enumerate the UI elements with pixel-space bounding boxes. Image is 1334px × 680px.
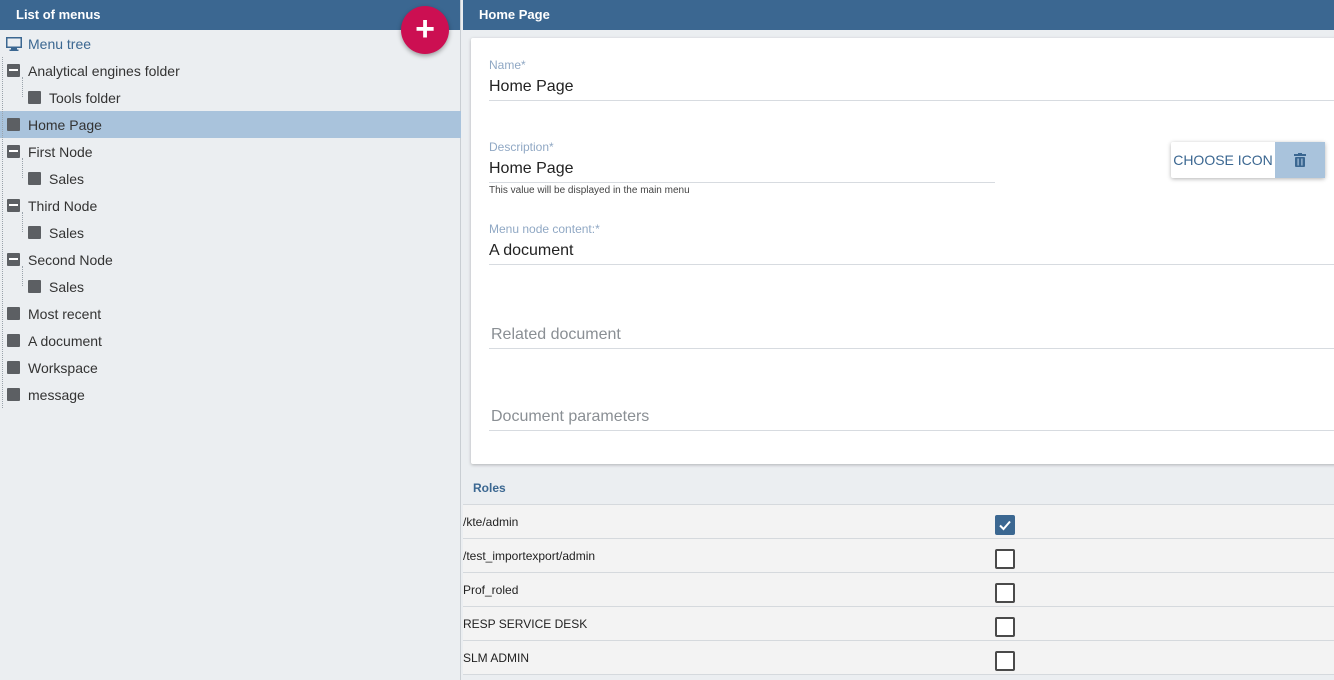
leaf-icon	[28, 226, 41, 239]
roles-title: Roles	[473, 481, 506, 495]
role-name: SLM ADMIN	[463, 650, 530, 665]
role-checkbox[interactable]	[995, 617, 1015, 637]
menu-list-panel: List of menus Menu tree Analytical engine…	[0, 0, 461, 680]
tree-item[interactable]: Home Page	[0, 111, 461, 138]
related-document-input[interactable]: Related document	[489, 326, 1334, 349]
menu-list-header: List of menus	[0, 0, 460, 30]
checkmark-icon	[999, 520, 1011, 531]
role-checkbox[interactable]	[995, 515, 1015, 535]
leaf-icon	[7, 118, 20, 131]
tree-item-label: First Node	[28, 143, 93, 160]
menu-node-content-field[interactable]: Menu node content:* A document	[489, 222, 1334, 265]
document-parameters-input[interactable]: Document parameters	[489, 408, 1334, 431]
description-field[interactable]: Description* Home Page This value will b…	[489, 140, 995, 196]
role-checkbox[interactable]	[995, 549, 1015, 569]
trash-icon	[1294, 153, 1306, 167]
leaf-icon	[28, 91, 41, 104]
name-label: Name	[489, 58, 522, 72]
leaf-icon	[28, 172, 41, 185]
tree-guide-line	[2, 57, 3, 408]
leaf-icon	[28, 280, 41, 293]
leaf-icon	[7, 361, 20, 374]
tree-item-label: A document	[28, 332, 102, 349]
description-hint: This value will be displayed in the main…	[489, 185, 690, 196]
monitor-icon	[6, 36, 22, 51]
tree-item[interactable]: Sales	[0, 219, 461, 246]
role-row: Prof_roled	[463, 573, 1334, 607]
role-row: /kte/admin	[463, 505, 1334, 539]
description-label: Description	[489, 140, 550, 154]
tree-item-label: Sales	[49, 170, 85, 187]
name-field[interactable]: Name* Home Page	[489, 58, 1334, 101]
tree-guide-line	[22, 158, 23, 178]
choose-icon-group: CHOOSE ICON	[1171, 142, 1325, 178]
detail-form-card: Name* Home Page Description* Home Page T…	[471, 38, 1334, 464]
tree-guide-line	[22, 212, 23, 232]
leaf-icon	[7, 307, 20, 320]
name-input[interactable]: Home Page	[489, 78, 1334, 101]
tree-item[interactable]: Tools folder	[0, 84, 461, 111]
menu-node-content-select[interactable]: A document	[489, 242, 1334, 265]
role-row: RESP SERVICE DESK	[463, 607, 1334, 641]
content-label: Menu node content:	[489, 222, 596, 236]
role-name: /test_importexport/admin	[463, 548, 596, 563]
related-document-field[interactable]: Related document	[489, 326, 1334, 349]
tree-item-label: Sales	[49, 278, 85, 295]
collapse-icon[interactable]	[7, 199, 20, 212]
role-row: /test_importexport/admin	[463, 539, 1334, 573]
choose-icon-button[interactable]: CHOOSE ICON	[1171, 142, 1275, 178]
tree-item-label: Third Node	[28, 197, 98, 214]
role-name: RESP SERVICE DESK	[463, 616, 588, 631]
role-checkbox[interactable]	[995, 583, 1015, 603]
tree-item[interactable]: Most recent	[0, 300, 461, 327]
role-checkbox[interactable]	[995, 651, 1015, 671]
collapse-icon[interactable]	[7, 253, 20, 266]
tree-item-label: message	[28, 386, 85, 403]
tree-item-label: Menu tree	[28, 35, 92, 52]
detail-header: Home Page	[463, 0, 1334, 30]
collapse-icon[interactable]	[7, 64, 20, 77]
tree-item[interactable]: Third Node	[0, 192, 461, 219]
tree-item[interactable]: Workspace	[0, 354, 461, 381]
menu-detail-panel: Home Page Name* Home Page Description* H…	[463, 0, 1334, 680]
tree-item-label: Second Node	[28, 251, 113, 268]
tree-item[interactable]: Sales	[0, 165, 461, 192]
role-row: SLM ADMIN	[463, 641, 1334, 675]
leaf-icon	[7, 334, 20, 347]
tree-item[interactable]: Analytical engines folder	[0, 57, 461, 84]
tree-guide-line	[22, 266, 23, 286]
tree-item[interactable]: First Node	[0, 138, 461, 165]
tree-item[interactable]: Sales	[0, 273, 461, 300]
tree-item-label: Most recent	[28, 305, 102, 322]
add-menu-button[interactable]: +	[401, 6, 449, 54]
tree-item-label: Home Page	[28, 116, 102, 133]
tree-item-label: Tools folder	[49, 89, 121, 106]
tree-item-label: Analytical engines folder	[28, 62, 180, 79]
delete-icon-button[interactable]	[1275, 142, 1325, 178]
required-marker: *	[595, 222, 600, 236]
leaf-icon	[7, 388, 20, 401]
description-input[interactable]: Home Page	[489, 160, 995, 183]
tree-item-label: Workspace	[28, 359, 98, 376]
tree-item[interactable]: message	[0, 381, 461, 408]
tree-item[interactable]: Menu tree	[0, 30, 461, 57]
tree-item[interactable]: A document	[0, 327, 461, 354]
document-parameters-field[interactable]: Document parameters	[489, 408, 1334, 431]
tree-guide-line	[22, 77, 23, 97]
required-marker: *	[521, 58, 526, 72]
role-name: Prof_roled	[463, 582, 519, 597]
roles-list: /kte/admin/test_importexport/admin Prof_r…	[463, 504, 1334, 675]
required-marker: *	[549, 140, 554, 154]
collapse-icon[interactable]	[7, 145, 20, 158]
tree-item-label: Sales	[49, 224, 85, 241]
tree-item[interactable]: Second Node	[0, 246, 461, 273]
role-name: /kte/admin	[463, 514, 519, 529]
